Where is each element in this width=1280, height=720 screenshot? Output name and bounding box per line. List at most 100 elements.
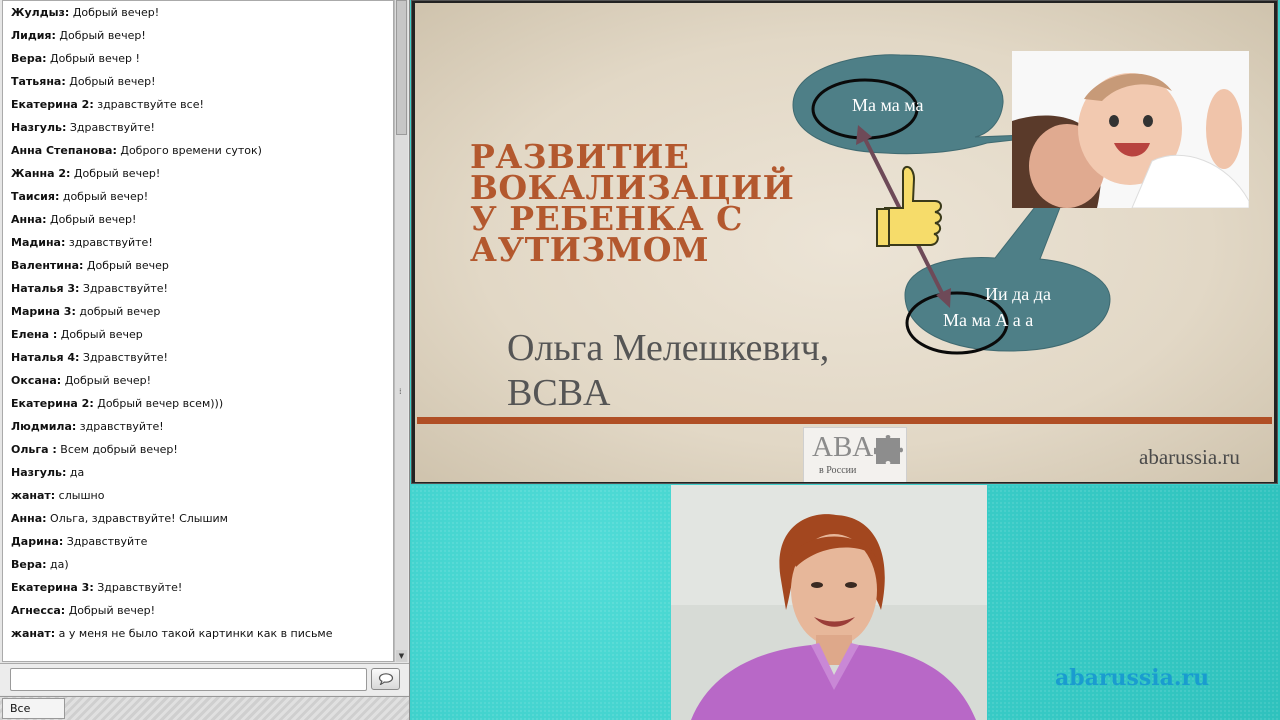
chat-message: Оксана: Добрый вечер! — [3, 369, 393, 392]
chat-message-author: Анна — [11, 512, 43, 525]
chat-message-author: Анна Степанова — [11, 144, 113, 157]
chat-message-author: Агнесса — [11, 604, 61, 617]
chat-message-text: добрый вечер! — [59, 190, 149, 203]
chat-message: жанат: а у меня не было такой картинки к… — [3, 622, 393, 645]
chat-message-author: Жулдыз — [11, 6, 65, 19]
chat-message: Марина 3: добрый вечер — [3, 300, 393, 323]
chat-message: Назгуль: Здравствуйте! — [3, 116, 393, 139]
webcam-area: abarussia.ru — [411, 485, 1280, 720]
bubble-bottom-line2: Ма ма А а а — [943, 310, 1034, 330]
chat-input-row — [0, 663, 409, 695]
chat-message-text: Всем добрый вечер! — [56, 443, 178, 456]
author-name: Ольга Мелешкевич, — [507, 327, 830, 369]
chat-message-input[interactable] — [10, 668, 367, 691]
slide: Ма ма ма Ии да да Ма ма А а а РАЗВИТИЕ В… — [415, 3, 1274, 482]
bubble-bottom-line1: Ии да да — [985, 284, 1051, 304]
chat-message: Мадина: здравствуйте! — [3, 231, 393, 254]
slide-site-url: abarussia.ru — [1139, 445, 1240, 469]
chat-message-author: Жанна 2 — [11, 167, 66, 180]
chat-message-text: да — [66, 466, 85, 479]
chat-message-text: Добрый вечер! — [65, 75, 156, 88]
chat-message-text: Здравствуйте! — [66, 121, 155, 134]
chat-message-author: Оксана — [11, 374, 57, 387]
chat-message: Агнесса: Добрый вечер! — [3, 599, 393, 622]
chat-message-text: Добрый вечер — [83, 259, 169, 272]
chat-message: Жанна 2: Добрый вечер! — [3, 162, 393, 185]
slide-author: Ольга Мелешкевич, BCBA — [507, 326, 829, 416]
chat-message-author: Ольга — [11, 443, 53, 456]
speech-bubble-icon — [378, 673, 393, 685]
chat-message-author: Наталья 3 — [11, 282, 75, 295]
chat-message-text: да) — [46, 558, 69, 571]
slide-title: РАЗВИТИЕ ВОКАЛИЗАЦИЙ У РЕБЕНКА С АУТИЗМО… — [470, 140, 810, 269]
chat-message: Наталья 3: Здравствуйте! — [3, 277, 393, 300]
chat-message: Татьяна: Добрый вечер! — [3, 70, 393, 93]
chat-message-author: Екатерина 2 — [11, 98, 90, 111]
chat-message-author: Лидия — [11, 29, 52, 42]
slide-divider — [417, 417, 1272, 424]
puzzle-piece-icon — [874, 435, 903, 464]
chat-panel: Жулдыз: Добрый вечер! Лидия: Добрый вечер… — [0, 0, 410, 720]
scrollbar-thumb[interactable] — [396, 0, 407, 135]
chat-scrollbar[interactable]: ⁞ ▼ — [394, 0, 408, 662]
presentation-area: Ма ма ма Ии да да Ма ма А а а РАЗВИТИЕ В… — [411, 0, 1278, 484]
chat-message-author: Екатерина 2 — [11, 397, 90, 410]
send-message-button[interactable] — [371, 668, 400, 690]
audience-select[interactable]: Все — [2, 698, 65, 719]
chat-message-text: Добрый вечер — [57, 328, 143, 341]
chat-message: Вера: да) — [3, 553, 393, 576]
chat-message: Вера: Добрый вечер ! — [3, 47, 393, 70]
chat-message-author: Анна — [11, 213, 43, 226]
chat-message-text: Ольга, здравствуйте! Слышим — [46, 512, 228, 525]
chat-message: Анна: Добрый вечер! — [3, 208, 393, 231]
chat-message-author: Таисия — [11, 190, 55, 203]
chat-message-text: Добрый вечер ! — [46, 52, 140, 65]
chat-message-author: Дарина — [11, 535, 59, 548]
chat-message: жанат: слышно — [3, 484, 393, 507]
bubble-top-text: Ма ма ма — [852, 95, 924, 115]
chat-status-bar: Все — [0, 696, 409, 720]
chat-message: Ольга : Всем добрый вечер! — [3, 438, 393, 461]
chat-message: Назгуль: да — [3, 461, 393, 484]
chat-message-text: Добрый вечер! — [46, 213, 137, 226]
photo-illustration — [1012, 51, 1249, 208]
presenter-silhouette — [671, 485, 987, 720]
chat-message-author: Наталья 4 — [11, 351, 75, 364]
chat-message-text: Здравствуйте! — [79, 351, 168, 364]
chat-message: Екатерина 2: здравствуйте все! — [3, 93, 393, 116]
logo-subtitle: в России — [819, 465, 857, 476]
chat-message-text: слышно — [55, 489, 105, 502]
webcam-watermark: abarussia.ru — [1055, 665, 1210, 691]
chat-message-text: Добрый вечер! — [65, 604, 156, 617]
chat-message-author: Татьяна — [11, 75, 62, 88]
chat-message: Екатерина 3: Здравствуйте! — [3, 576, 393, 599]
slide-title-line-4: АУТИЗМОМ — [470, 230, 709, 269]
chat-message-text: Добрый вечер! — [61, 374, 152, 387]
scroll-down-icon[interactable]: ▼ — [396, 650, 407, 662]
chat-message: Наталья 4: Здравствуйте! — [3, 346, 393, 369]
chat-message: Елена : Добрый вечер — [3, 323, 393, 346]
chat-message: Валентина: Добрый вечер — [3, 254, 393, 277]
chat-message-text: Добрый вечер всем))) — [93, 397, 224, 410]
chat-message-author: Мадина — [11, 236, 61, 249]
chat-message-text: здравствуйте все! — [93, 98, 204, 111]
chat-message-author: Людмила — [11, 420, 72, 433]
chat-message: Анна Степанова: Доброго времени суток) — [3, 139, 393, 162]
chat-message-text: Здравствуйте — [63, 535, 148, 548]
chat-message-text: Добрый вечер! — [69, 6, 160, 19]
chat-message-text: Здравствуйте! — [79, 282, 168, 295]
webinar-room: Жулдыз: Добрый вечер! Лидия: Добрый вечер… — [0, 0, 1280, 720]
chat-message: Жулдыз: Добрый вечер! — [3, 1, 393, 24]
chat-message: Лидия: Добрый вечер! — [3, 24, 393, 47]
grip-icon: ⁞ — [399, 387, 402, 396]
chat-message-author: жанат — [11, 489, 51, 502]
chat-message-text: Добрый вечер! — [70, 167, 161, 180]
author-credential: BCBA — [507, 372, 611, 414]
chat-message-text: Здравствуйте! — [93, 581, 183, 594]
chat-message-author: жанат — [11, 627, 51, 640]
chat-message-author: Вера — [11, 52, 43, 65]
chat-message-text: здравствуйте! — [65, 236, 153, 249]
chat-message-author: Марина 3 — [11, 305, 72, 318]
chat-message-text: добрый вечер — [75, 305, 161, 318]
chat-message: Дарина: Здравствуйте — [3, 530, 393, 553]
